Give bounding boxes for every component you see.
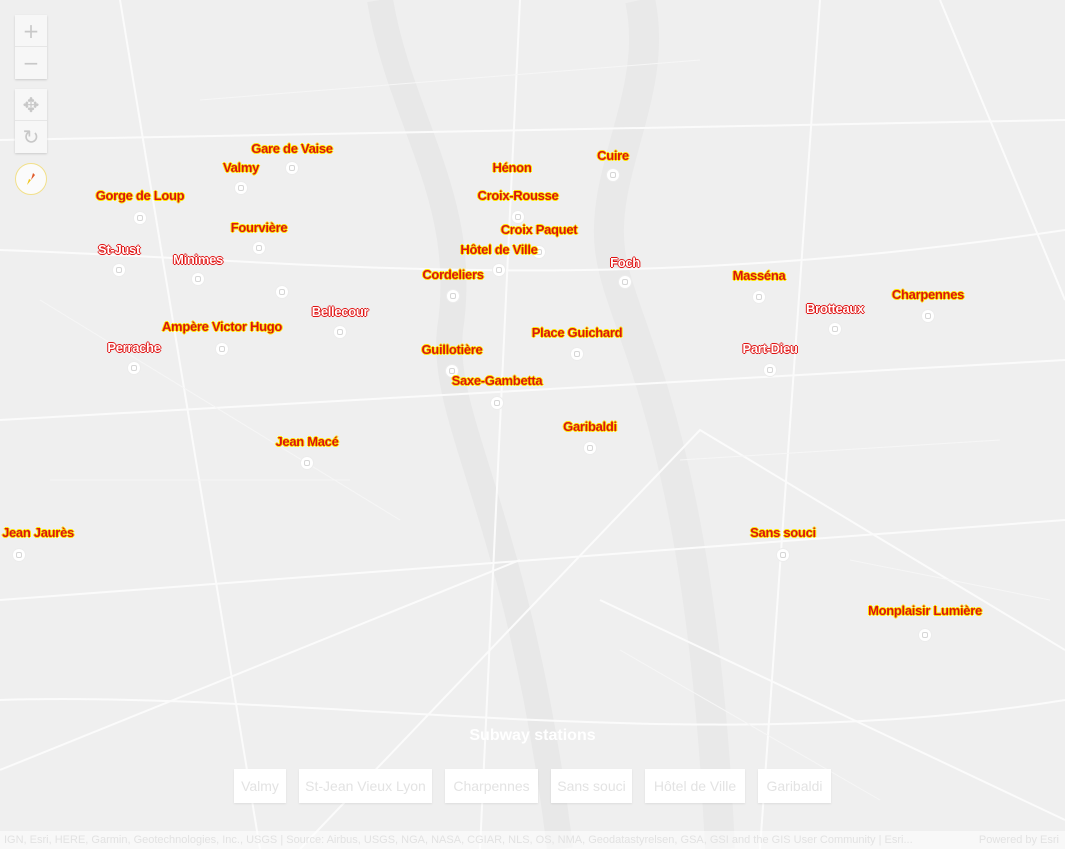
station-label: Saxe-Gambetta xyxy=(451,373,543,388)
compass-icon xyxy=(27,173,35,185)
zoom-in-button[interactable]: + xyxy=(15,15,47,47)
station-label: Sans souci xyxy=(750,525,816,540)
station-label: Hénon xyxy=(492,160,532,175)
metro-icon[interactable] xyxy=(276,286,288,298)
station-label: Hôtel de Ville xyxy=(460,242,538,257)
bookmark-button[interactable]: Charpennes xyxy=(445,769,538,803)
metro-icon[interactable] xyxy=(491,397,503,409)
metro-icon[interactable] xyxy=(235,182,247,194)
rotate-icon[interactable]: ↻ xyxy=(15,121,47,153)
metro-icon[interactable] xyxy=(192,273,204,285)
metro-icon[interactable] xyxy=(286,162,298,174)
bookmark-button[interactable]: Hôtel de Ville xyxy=(645,769,745,803)
metro-icon[interactable] xyxy=(134,212,146,224)
basemap[interactable] xyxy=(0,0,1065,849)
station-label: Bellecour xyxy=(311,304,369,319)
station-label: Fourvière xyxy=(230,220,288,235)
station-label: Part-Dieu xyxy=(742,341,798,356)
metro-icon[interactable] xyxy=(919,629,931,641)
metro-icon[interactable] xyxy=(584,442,596,454)
metro-icon[interactable] xyxy=(113,264,125,276)
pan-icon[interactable]: ✥ xyxy=(15,89,47,121)
station-label: Monplaisir Lumière xyxy=(868,603,982,618)
metro-icon[interactable] xyxy=(447,290,459,302)
bookmark-button[interactable]: Valmy xyxy=(234,769,286,803)
station-label: Gorge de Loup xyxy=(95,188,185,203)
bookmark-button[interactable]: St-Jean Vieux Lyon xyxy=(299,769,432,803)
station-label: Gare de Vaise xyxy=(251,141,333,156)
zoom-out-button[interactable]: − xyxy=(15,47,47,79)
bookmark-button[interactable]: Garibaldi xyxy=(758,769,831,803)
metro-icon[interactable] xyxy=(922,310,934,322)
metro-icon[interactable] xyxy=(607,169,619,181)
station-label: Charpennes xyxy=(891,287,965,302)
station-label: Jean Jaurès xyxy=(2,525,74,540)
station-label: Valmy xyxy=(222,160,260,175)
attribution-text[interactable]: IGN, Esri, HERE, Garmin, Geotechnologies… xyxy=(4,834,913,846)
station-label: Cuire xyxy=(597,148,629,163)
metro-icon[interactable] xyxy=(571,348,583,360)
station-label: Guillotière xyxy=(421,342,483,357)
powered-by-link[interactable]: Powered by Esri xyxy=(979,834,1059,846)
station-label: Minimes xyxy=(173,252,223,267)
compass-button[interactable] xyxy=(15,163,47,195)
station-label: Croix-Rousse xyxy=(477,188,559,203)
station-label: Ampère Victor Hugo xyxy=(161,319,283,334)
station-label: Masséna xyxy=(732,268,786,283)
zoom-controls: + − xyxy=(15,15,47,79)
station-label: Croix Paquet xyxy=(500,222,578,237)
station-label: Jean Macé xyxy=(275,434,339,449)
metro-icon[interactable] xyxy=(619,276,631,288)
station-label: Foch xyxy=(610,255,640,270)
metro-icon[interactable] xyxy=(829,323,841,335)
metro-icon[interactable] xyxy=(301,457,313,469)
station-label: Brotteaux xyxy=(806,301,864,316)
bookmark-button[interactable]: Sans souci xyxy=(551,769,632,803)
metro-icon[interactable] xyxy=(753,291,765,303)
attribution-bar: IGN, Esri, HERE, Garmin, Geotechnologies… xyxy=(0,831,1065,849)
station-label: Cordeliers xyxy=(422,267,484,282)
station-label: St-Just xyxy=(98,242,140,257)
metro-icon[interactable] xyxy=(128,362,140,374)
bookmarks-title: Subway stations xyxy=(469,727,596,744)
navigation-toggle: ✥ ↻ xyxy=(15,89,47,153)
station-label: Perrache xyxy=(107,340,161,355)
metro-icon[interactable] xyxy=(13,549,25,561)
metro-icon[interactable] xyxy=(777,549,789,561)
metro-icon[interactable] xyxy=(334,326,346,338)
station-label: Garibaldi xyxy=(563,419,617,434)
bookmarks-bar: Valmy St-Jean Vieux Lyon Charpennes Sans… xyxy=(0,769,1065,803)
metro-icon[interactable] xyxy=(764,364,776,376)
station-label: Place Guichard xyxy=(531,325,623,340)
metro-icon[interactable] xyxy=(216,343,228,355)
metro-icon[interactable] xyxy=(253,242,265,254)
metro-icon[interactable] xyxy=(493,264,505,276)
